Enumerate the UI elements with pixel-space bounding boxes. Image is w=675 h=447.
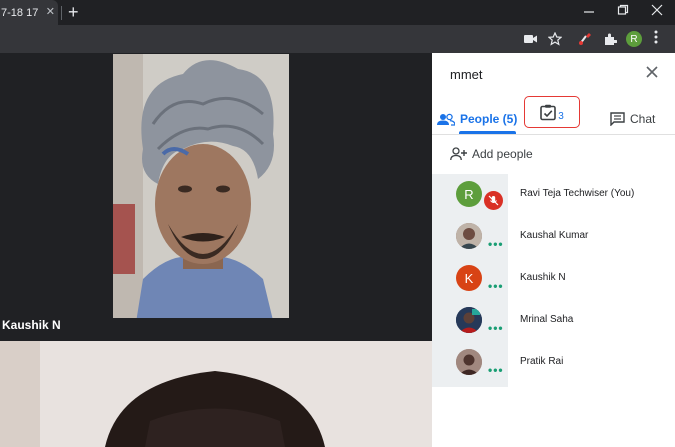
add-person-icon (450, 147, 468, 161)
participant-video-feed-secondary (0, 341, 432, 447)
camera-indicator-icon[interactable] (523, 31, 539, 47)
panel-divider (432, 134, 675, 135)
participant-name: Kaushal Kumar (520, 230, 589, 241)
speaking-indicator-icon: ••• (488, 237, 504, 251)
add-people-button[interactable]: Add people (450, 147, 533, 161)
close-window-icon[interactable] (651, 4, 663, 19)
people-icon (437, 113, 455, 126)
tab-close-icon[interactable]: ✕ (46, 5, 55, 18)
avatar: K (456, 265, 482, 291)
browser-titlebar: 7-18 17:4 ✕ + (0, 0, 675, 25)
speaking-indicator-icon: ••• (488, 279, 504, 293)
chat-icon (610, 112, 625, 126)
participant-name: Mrinal Saha (520, 314, 574, 325)
tab-separator (61, 6, 62, 20)
tab-activities[interactable]: 3 (524, 96, 580, 128)
participant-row[interactable]: K ••• Kaushik N (432, 258, 675, 300)
add-people-label: Add people (472, 147, 533, 161)
avatar (456, 349, 482, 375)
participant-row[interactable]: ••• Kaushal Kumar (432, 216, 675, 258)
mic-off-icon (484, 191, 503, 210)
participant-row[interactable]: ••• Pratik Rai (432, 342, 675, 384)
tab-chat-label: Chat (630, 112, 656, 126)
activities-count: 3 (558, 110, 564, 122)
tab-people-label: People (5) (460, 112, 518, 126)
participant-video-tile-secondary[interactable] (0, 341, 432, 447)
avatar (456, 223, 482, 249)
name-strip (0, 318, 432, 341)
activities-checkbox-icon (540, 104, 557, 121)
bookmark-star-icon[interactable] (547, 31, 563, 47)
speaking-indicator-icon: ••• (488, 363, 504, 377)
participant-video-tile[interactable] (113, 54, 289, 341)
participant-name: Pratik Rai (520, 356, 564, 367)
participant-row[interactable]: R Ravi Teja Techwiser (You) (432, 174, 675, 216)
participant-video-feed (113, 54, 289, 341)
close-panel-icon[interactable] (645, 65, 659, 84)
minimize-icon[interactable] (583, 4, 595, 19)
participant-name: Ravi Teja Techwiser (You) (520, 188, 635, 199)
avatar (456, 307, 482, 333)
browser-toolbar (0, 25, 675, 53)
tab-title: 7-18 17:4 (1, 6, 39, 19)
extensions-puzzle-icon[interactable] (602, 31, 618, 47)
tab-people[interactable]: People (5) (437, 105, 517, 133)
avatar: R (456, 181, 482, 207)
featured-participant-name: Kaushik N (2, 318, 61, 332)
participant-row[interactable]: ••• Mrinal Saha (432, 300, 675, 342)
new-tab-button[interactable]: + (68, 3, 79, 21)
browser-tab[interactable]: 7-18 17:4 ✕ (0, 0, 58, 25)
restore-icon[interactable] (617, 4, 629, 19)
speaking-indicator-icon: ••• (488, 321, 504, 335)
meeting-title: mmet (450, 67, 483, 82)
participants-panel: mmet People (5) 3 Chat Add people R Ravi… (432, 53, 675, 447)
participant-name: Kaushik N (520, 272, 566, 283)
tab-chat[interactable]: Chat (610, 105, 655, 133)
browser-menu-icon[interactable] (654, 30, 658, 47)
profile-avatar[interactable]: R (626, 31, 642, 47)
extension-brush-icon[interactable] (577, 31, 593, 47)
